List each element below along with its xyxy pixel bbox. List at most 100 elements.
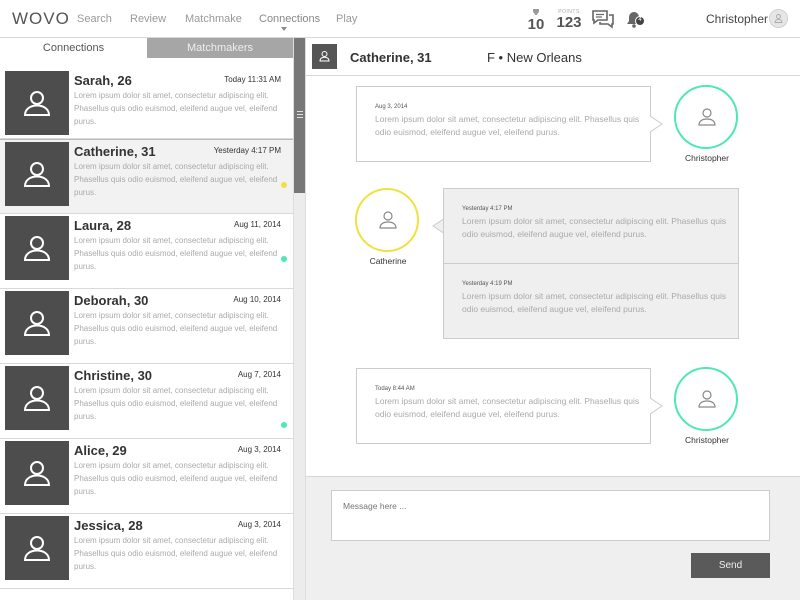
chat-contact-name: Catherine, 31 bbox=[350, 50, 432, 65]
message-date: Aug 11, 2014 bbox=[233, 220, 281, 229]
message-date: Aug 7, 2014 bbox=[237, 370, 281, 379]
connections-list: Sarah, 26 Today 11:31 AM Lorem ipsum dol… bbox=[0, 69, 293, 589]
grip-line bbox=[297, 111, 303, 112]
stat-trophies: 10 bbox=[527, 9, 545, 32]
sender-avatar[interactable] bbox=[355, 188, 419, 252]
unread-dot bbox=[281, 256, 287, 262]
message-date: Aug 3, 2014 bbox=[237, 520, 281, 529]
scroll-thumb[interactable] bbox=[294, 38, 305, 193]
message-bubble: Yesterday 4:19 PM Lorem ipsum dolor sit … bbox=[443, 263, 739, 339]
avatar bbox=[5, 71, 69, 135]
message-input[interactable] bbox=[331, 490, 770, 541]
contact-name: Alice, 29 bbox=[74, 443, 127, 458]
avatar bbox=[5, 291, 69, 355]
message-bubble: Today 8:44 AM Lorem ipsum dolor sit amet… bbox=[356, 368, 651, 444]
person-icon bbox=[23, 311, 51, 336]
nav-review[interactable]: Review bbox=[130, 13, 166, 25]
tab-matchmakers[interactable]: Matchmakers bbox=[147, 38, 293, 58]
message-composer: Send bbox=[306, 476, 800, 600]
message-preview: Lorem ipsum dolor sit amet, consectetur … bbox=[74, 236, 278, 271]
message-date: Yesterday 4:19 PM bbox=[462, 281, 513, 287]
list-item[interactable]: Deborah, 30 Aug 10, 2014 Lorem ipsum dol… bbox=[0, 289, 293, 364]
active-nav-indicator-icon bbox=[281, 27, 287, 31]
chat-bubbles-icon[interactable] bbox=[592, 10, 614, 34]
person-icon bbox=[23, 91, 51, 116]
person-icon bbox=[319, 51, 330, 62]
person-icon bbox=[23, 461, 51, 486]
person-icon bbox=[379, 211, 397, 229]
contact-name: Laura, 28 bbox=[74, 218, 132, 233]
sender-name: Christopher bbox=[685, 435, 729, 445]
contact-name: Deborah, 30 bbox=[74, 293, 149, 308]
avatar bbox=[5, 441, 69, 505]
chat-contact-info: F • New Orleans bbox=[487, 50, 582, 65]
person-icon bbox=[23, 536, 51, 561]
message-preview: Lorem ipsum dolor sit amet, consectetur … bbox=[74, 162, 278, 197]
message-date: Aug 10, 2014 bbox=[233, 295, 281, 304]
notification-count-badge: 4 bbox=[638, 17, 642, 23]
logo[interactable]: WOVO bbox=[12, 9, 70, 29]
avatar bbox=[5, 142, 69, 206]
bell-icon[interactable]: 4 bbox=[626, 10, 646, 34]
message-date: Today 8:44 AM bbox=[375, 386, 415, 392]
avatar bbox=[5, 216, 69, 280]
message-date: Aug 3, 2014 bbox=[237, 445, 281, 454]
tab-connections[interactable]: Connections bbox=[0, 38, 147, 58]
user-name[interactable]: Christopher bbox=[706, 12, 768, 26]
contact-name: Sarah, 26 bbox=[74, 73, 132, 88]
nav-connections[interactable]: Connections bbox=[259, 13, 320, 25]
contact-name: Catherine, 31 bbox=[74, 144, 156, 159]
message-bubble: Aug 3, 2014 Lorem ipsum dolor sit amet, … bbox=[356, 86, 651, 162]
message-preview: Lorem ipsum dolor sit amet, consectetur … bbox=[74, 461, 278, 496]
message-text: Lorem ipsum dolor sit amet, consectetur … bbox=[462, 216, 727, 239]
list-item[interactable]: Laura, 28 Aug 11, 2014 Lorem ipsum dolor… bbox=[0, 214, 293, 289]
connections-panel: Connections Matchmakers Sarah, 26 Today … bbox=[0, 38, 293, 600]
user-avatar[interactable] bbox=[769, 9, 788, 28]
chat-avatar[interactable] bbox=[312, 44, 337, 69]
bubble-pointer bbox=[650, 116, 663, 132]
person-icon bbox=[23, 162, 51, 187]
person-icon bbox=[698, 390, 716, 408]
contact-name: Christine, 30 bbox=[74, 368, 153, 383]
bubble-pointer bbox=[650, 398, 663, 414]
message-text: Lorem ipsum dolor sit amet, consectetur … bbox=[375, 114, 640, 137]
connections-scrollbar[interactable] bbox=[293, 38, 306, 600]
unread-dot bbox=[281, 422, 287, 428]
stat-points-value: 123 bbox=[556, 14, 582, 31]
message-text: Lorem ipsum dolor sit amet, consectetur … bbox=[462, 291, 727, 314]
list-item[interactable]: Jessica, 28 Aug 3, 2014 Lorem ipsum dolo… bbox=[0, 514, 293, 589]
message-preview: Lorem ipsum dolor sit amet, consectetur … bbox=[74, 91, 278, 126]
nav-search[interactable]: Search bbox=[77, 13, 112, 25]
send-button[interactable]: Send bbox=[691, 553, 770, 578]
chat-header: Catherine, 31 F • New Orleans bbox=[306, 38, 800, 76]
list-item[interactable]: Alice, 29 Aug 3, 2014 Lorem ipsum dolor … bbox=[0, 439, 293, 514]
list-item[interactable]: Christine, 30 Aug 7, 2014 Lorem ipsum do… bbox=[0, 364, 293, 439]
person-icon bbox=[23, 236, 51, 261]
message-date: Today 11:31 AM bbox=[224, 75, 281, 84]
grip-line bbox=[297, 114, 303, 115]
stat-points: POINTS 123 bbox=[555, 9, 583, 30]
message-date: Yesterday 4:17 PM bbox=[462, 206, 513, 212]
sender-name: Christopher bbox=[685, 153, 729, 163]
person-icon bbox=[698, 108, 716, 126]
contact-name: Jessica, 28 bbox=[74, 518, 143, 533]
sender-name: Catherine bbox=[369, 256, 407, 266]
avatar bbox=[5, 366, 69, 430]
list-item[interactable]: Sarah, 26 Today 11:31 AM Lorem ipsum dol… bbox=[0, 69, 293, 139]
message-preview: Lorem ipsum dolor sit amet, consectetur … bbox=[74, 536, 278, 571]
message-date: Yesterday 4:17 PM bbox=[213, 146, 281, 155]
message-preview: Lorem ipsum dolor sit amet, consectetur … bbox=[74, 311, 278, 346]
nav-matchmake[interactable]: Matchmake bbox=[185, 13, 242, 25]
list-item[interactable]: Catherine, 31 Yesterday 4:17 PM Lorem ip… bbox=[0, 139, 293, 214]
person-icon bbox=[774, 14, 783, 23]
sender-avatar[interactable] bbox=[674, 367, 738, 431]
stat-trophies-value: 10 bbox=[527, 16, 545, 33]
sender-avatar[interactable] bbox=[674, 85, 738, 149]
nav-play[interactable]: Play bbox=[336, 13, 357, 25]
top-navigation: WOVO Search Review Matchmake Connections… bbox=[0, 0, 800, 38]
unread-dot bbox=[281, 182, 287, 188]
message-bubble: Yesterday 4:17 PM Lorem ipsum dolor sit … bbox=[443, 188, 739, 264]
message-text: Lorem ipsum dolor sit amet, consectetur … bbox=[375, 396, 640, 419]
message-date: Aug 3, 2014 bbox=[375, 104, 408, 110]
grip-line bbox=[297, 117, 303, 118]
